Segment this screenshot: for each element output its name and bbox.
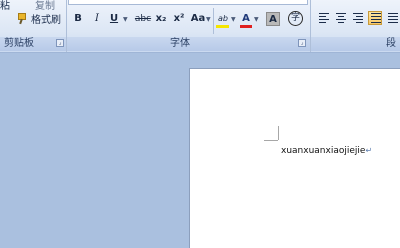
document-page[interactable] (189, 68, 400, 248)
paragraph-mark-icon: ↵ (365, 146, 373, 155)
paragraph-group-label: 段 (386, 38, 396, 49)
character-shading-button[interactable]: A (266, 12, 280, 26)
subscript-button[interactable]: x₂ (154, 12, 168, 26)
clipboard-launcher-icon[interactable]: ⌟ (56, 39, 64, 47)
font-combo-bottom-edge (68, 0, 308, 5)
highlight-dropdown-icon[interactable]: ▼ (231, 16, 236, 23)
font-color-button[interactable]: A (240, 12, 252, 26)
highlight-color-bar (216, 25, 229, 28)
align-right-button[interactable] (351, 11, 365, 25)
italic-button[interactable]: I (91, 12, 103, 26)
ribbon: 粘 复制 格式刷 剪贴板 ⌟ B I U ▼ abc x₂ x² Aa ▼ ab… (0, 0, 400, 53)
margin-corner-mark (278, 126, 279, 140)
underline-button[interactable]: U (108, 12, 120, 26)
align-center-button[interactable] (334, 11, 348, 25)
align-left-button[interactable] (317, 11, 331, 25)
underline-dropdown-icon[interactable]: ▼ (123, 16, 128, 23)
bold-button[interactable]: B (72, 12, 84, 26)
clipboard-group-label: 剪贴板 (4, 38, 34, 49)
distributed-button[interactable] (386, 11, 400, 25)
strikethrough-button[interactable]: abc (133, 12, 153, 26)
change-case-button[interactable]: Aa (189, 12, 207, 26)
group-separator (310, 0, 311, 52)
group-separator (66, 0, 67, 52)
font-group-label: 字体 (170, 38, 190, 49)
justify-button[interactable] (368, 11, 382, 25)
margin-corner-mark (264, 140, 278, 141)
paste-label: 粘 (0, 1, 10, 12)
font-color-bar (240, 25, 252, 28)
font-separator (213, 8, 214, 34)
document-text-content: xuanxuanxiaojiejie (281, 146, 366, 156)
highlight-button[interactable]: ab (216, 12, 230, 26)
format-painter-button[interactable]: 格式刷 (17, 11, 61, 26)
format-painter-icon (17, 13, 28, 24)
highlight-icon: ab (218, 14, 228, 23)
font-launcher-icon[interactable]: ⌟ (298, 39, 306, 47)
font-color-dropdown-icon[interactable]: ▼ (254, 16, 259, 23)
change-case-dropdown-icon[interactable]: ▼ (206, 16, 211, 23)
format-painter-label: 格式刷 (31, 15, 61, 26)
font-color-icon: A (242, 13, 250, 24)
superscript-button[interactable]: x² (172, 12, 186, 26)
document-text[interactable]: xuanxuanxiaojiejie↵ (281, 146, 372, 156)
enclose-characters-button[interactable]: 字 (288, 11, 303, 26)
